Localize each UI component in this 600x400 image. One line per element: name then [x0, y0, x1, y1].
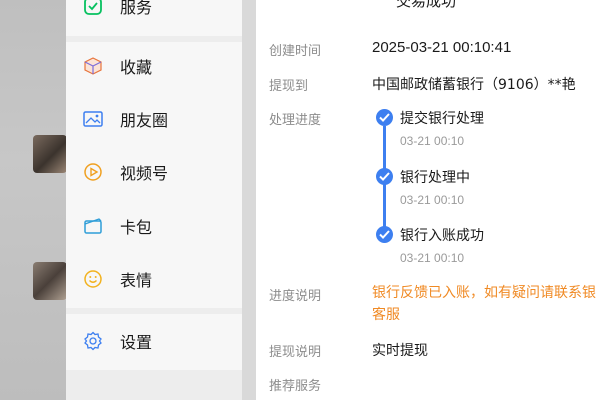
menu-item-settings[interactable]: 设置 — [66, 315, 242, 367]
menu-item-label: 表情 — [120, 271, 153, 290]
menu-item-label: 视频号 — [120, 164, 169, 183]
menu-item-label: 朋友圈 — [120, 111, 169, 130]
created-time-value: 2025-03-21 00:10:41 — [372, 39, 512, 56]
menu-item-moments[interactable]: 朋友圈 — [66, 93, 242, 145]
progress-note-text: 银行反馈已入账，如有疑问请联系银 — [372, 285, 596, 301]
menu-item-service[interactable]: 服务 — [66, 0, 242, 32]
menu-item-favorites[interactable]: 收藏 — [66, 40, 242, 92]
moments-icon — [82, 108, 104, 130]
withdraw-note-label: 提现说明 — [269, 345, 322, 360]
chat-list-background — [0, 0, 66, 400]
step-check-icon — [376, 109, 393, 126]
menu-item-label: 设置 — [120, 333, 153, 352]
settings-icon — [82, 330, 104, 352]
step-time: 03-21 00:10 — [400, 134, 465, 148]
me-menu-panel: 服务 收藏 朋友圈 视频号 卡包 表情 设置 — [66, 0, 242, 400]
menu-item-card-wallet[interactable]: 卡包 — [66, 200, 242, 252]
step-title: 银行入账成功 — [400, 228, 484, 244]
withdraw-to-value: 中国邮政储蓄银行（9106）**艳 — [372, 77, 576, 93]
step-title: 提交银行处理 — [400, 111, 484, 127]
recommend-service-label: 推荐服务 — [269, 379, 322, 394]
step-title: 银行处理中 — [400, 170, 470, 186]
transaction-status-title: 交易成功 — [396, 0, 457, 10]
step-time: 03-21 00:10 — [400, 251, 465, 265]
step-check-icon — [376, 226, 393, 243]
customer-service-link[interactable]: 客服 — [372, 304, 400, 326]
withdraw-note-value: 实时提现 — [372, 343, 428, 359]
menu-item-stickers[interactable]: 表情 — [66, 253, 242, 305]
channels-icon — [82, 161, 104, 183]
created-time-label: 创建时间 — [269, 44, 322, 59]
transaction-detail-panel: 交易成功 创建时间 2025-03-21 00:10:41 提现到 中国邮政储蓄… — [256, 0, 600, 400]
card-wallet-icon — [82, 215, 104, 237]
service-icon — [82, 0, 104, 17]
chat-avatar[interactable] — [33, 135, 67, 173]
menu-item-label: 服务 — [120, 0, 153, 17]
menu-item-label: 收藏 — [120, 58, 153, 77]
chat-avatar[interactable] — [33, 262, 67, 300]
menu-item-label: 卡包 — [120, 218, 153, 237]
step-check-icon — [376, 168, 393, 185]
step-time: 03-21 00:10 — [400, 193, 465, 207]
progress-label: 处理进度 — [269, 113, 322, 128]
favorites-icon — [82, 55, 104, 77]
progress-note-label: 进度说明 — [269, 289, 322, 304]
withdraw-to-label: 提现到 — [269, 79, 309, 94]
stickers-icon — [82, 268, 104, 290]
menu-item-channels[interactable]: 视频号 — [66, 146, 242, 198]
